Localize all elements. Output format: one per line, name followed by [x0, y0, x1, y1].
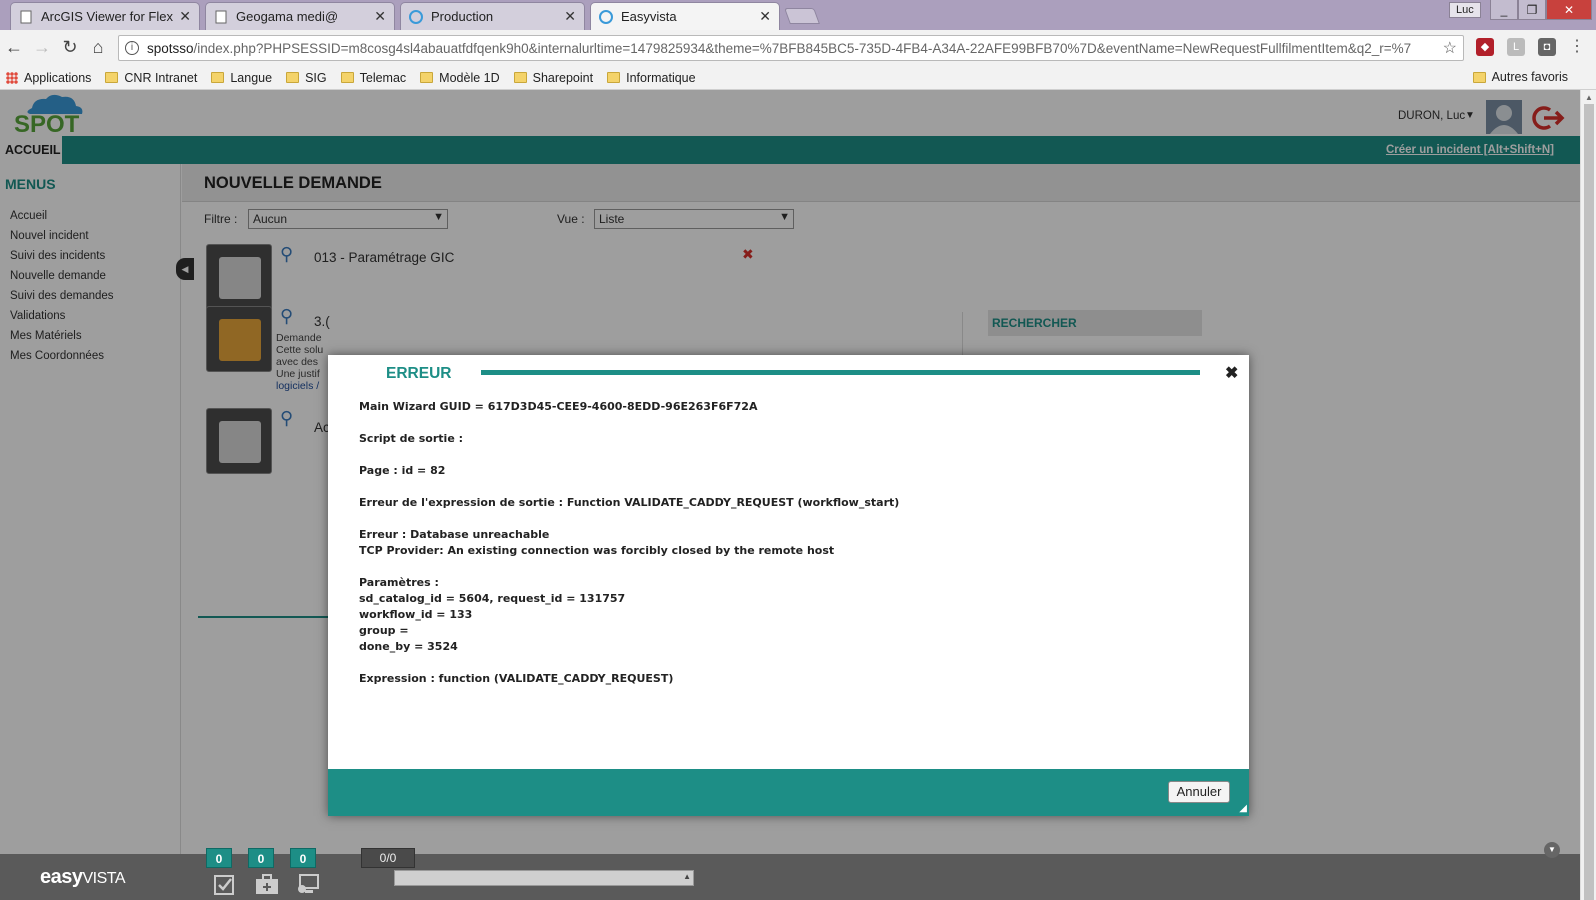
reload-icon[interactable]: ↻ — [60, 38, 80, 58]
page-icon — [19, 10, 33, 24]
assets-counter[interactable]: 0 — [290, 848, 316, 868]
folder-icon — [105, 72, 119, 83]
apps-icon — [6, 71, 18, 84]
briefcase-icon[interactable] — [254, 872, 280, 896]
ublock-icon[interactable]: ◆ — [1476, 38, 1494, 56]
chevron-down-icon[interactable]: ▼ — [1544, 842, 1560, 858]
folder-icon — [513, 72, 527, 83]
page-scrollbar[interactable]: ▲ — [1580, 90, 1596, 900]
browser-tabstrip: ArcGIS Viewer for Flex ✕ Geogama medi@ ✕… — [0, 0, 1596, 30]
close-icon[interactable]: ✕ — [759, 8, 771, 25]
easyvista-logo: easyVISTA — [40, 866, 126, 888]
chevron-up-icon[interactable]: ▲ — [683, 872, 691, 881]
back-icon[interactable]: ← — [4, 38, 24, 58]
bookmarks-bar: Applications CNR Intranet Langue SIG Tel… — [0, 66, 1596, 90]
folder-icon — [340, 72, 354, 83]
url-text[interactable]: spotsso/index.php?PHPSESSID=m8cosg4sl4ab… — [147, 41, 1443, 56]
bookmark-folder[interactable]: SIG — [286, 71, 327, 85]
folder-icon — [286, 72, 300, 83]
error-details: Main Wizard GUID = 617D3D45-CEE9-4600-8E… — [359, 400, 900, 685]
extension-icon[interactable]: L — [1507, 38, 1525, 56]
star-icon[interactable]: ☆ — [1443, 38, 1457, 58]
new-tab-button[interactable] — [784, 8, 820, 24]
tab-title: Easyvista — [621, 9, 677, 24]
profile-button[interactable]: Luc — [1449, 2, 1481, 18]
bottom-bar: easyVISTA 0 0 0 0/0 ▲ ▼ — [0, 842, 1580, 900]
resize-handle-icon[interactable]: ◢ — [1239, 803, 1247, 814]
validations-counter[interactable]: 0 — [206, 848, 232, 868]
requests-counter[interactable]: 0 — [248, 848, 274, 868]
address-bar[interactable]: i spotsso/index.php?PHPSESSID=m8cosg4sl4… — [118, 35, 1464, 61]
info-icon[interactable]: i — [125, 41, 139, 55]
close-icon[interactable]: ✖ — [1225, 363, 1238, 383]
folder-icon — [211, 72, 225, 83]
home-icon[interactable]: ⌂ — [88, 38, 108, 58]
window-close-button[interactable]: ✕ — [1546, 0, 1592, 20]
bookmark-folder[interactable]: Modèle 1D — [420, 71, 500, 85]
tab-title: Production — [431, 9, 494, 24]
folder-icon — [1472, 71, 1486, 83]
bookmark-folder[interactable]: Informatique — [607, 71, 696, 85]
bookmark-folder[interactable]: Sharepoint — [513, 71, 593, 85]
close-icon[interactable]: ✕ — [374, 8, 386, 25]
app-page: SPOT DURON, Luc ▼ ACCUEIL Créer un incid… — [0, 90, 1580, 900]
bookmark-applications[interactable]: Applications — [6, 71, 91, 85]
other-bookmarks[interactable]: Autres favoris — [1472, 70, 1568, 84]
bottom-search-input[interactable]: ▲ — [394, 870, 694, 886]
dialog-title: ERREUR — [386, 365, 452, 382]
menu-icon[interactable]: ⋮ — [1568, 38, 1586, 56]
bookmark-folder[interactable]: CNR Intranet — [105, 71, 197, 85]
error-dialog: ERREUR ✖ Main Wizard GUID = 617D3D45-CEE… — [328, 355, 1249, 816]
page-icon — [214, 10, 228, 24]
easyvista-icon — [409, 9, 423, 24]
forward-icon[interactable]: → — [32, 38, 52, 58]
minimize-button[interactable]: _ — [1490, 0, 1518, 20]
easyvista-icon — [599, 9, 613, 24]
maximize-button[interactable]: ❐ — [1518, 0, 1546, 20]
close-icon[interactable]: ✕ — [564, 8, 576, 25]
browser-tab[interactable]: Geogama medi@ ✕ — [205, 2, 395, 30]
scrollbar-thumb[interactable] — [1584, 104, 1594, 900]
dialog-title-rule — [481, 370, 1200, 375]
window-controls: _ ❐ ✕ — [1490, 0, 1592, 20]
bookmark-folder[interactable]: Langue — [211, 71, 272, 85]
checklist-icon[interactable] — [212, 872, 238, 896]
scroll-up-icon[interactable]: ▲ — [1585, 93, 1593, 102]
cancel-button[interactable]: Annuler — [1168, 781, 1230, 803]
browser-tab-active[interactable]: Easyvista ✕ — [590, 2, 780, 30]
folder-icon — [607, 72, 621, 83]
close-icon[interactable]: ✕ — [179, 8, 191, 25]
tab-title: ArcGIS Viewer for Flex — [41, 9, 173, 24]
keep-icon[interactable]: ◘ — [1538, 38, 1556, 56]
browser-tab[interactable]: ArcGIS Viewer for Flex ✕ — [10, 2, 200, 30]
pager: 0/0 — [361, 848, 415, 868]
dialog-footer: Annuler ◢ — [328, 769, 1249, 816]
browser-toolbar: ← → ↻ ⌂ i spotsso/index.php?PHPSESSID=m8… — [0, 30, 1596, 66]
computer-icon[interactable] — [296, 872, 322, 896]
browser-tab[interactable]: Production ✕ — [400, 2, 585, 30]
bookmark-folder[interactable]: Telemac — [340, 71, 406, 85]
tab-title: Geogama medi@ — [236, 9, 339, 24]
folder-icon — [420, 72, 434, 83]
